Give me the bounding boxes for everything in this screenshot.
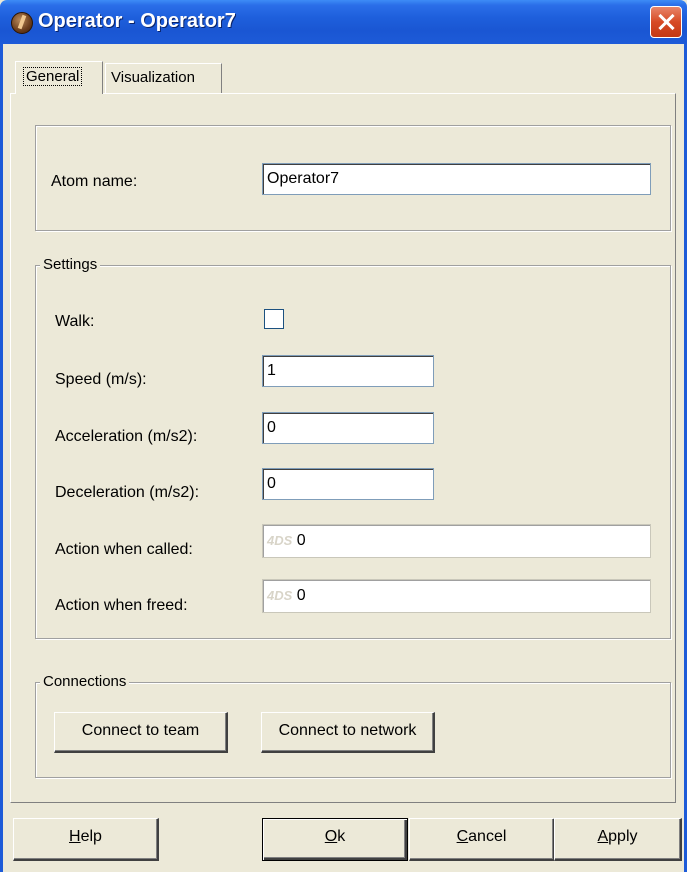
settings-legend: Settings <box>40 256 101 273</box>
connections-group: Connections Connect to team Connect to n… <box>35 673 671 778</box>
tab-general[interactable]: General <box>15 61 103 94</box>
apply-button-label: Apply <box>597 828 638 845</box>
action-freed-value: 0 <box>296 587 306 604</box>
atom-name-label: Atom name: <box>51 173 138 190</box>
action-freed-prefix: 4DS <box>267 588 293 603</box>
ok-button[interactable]: Ok <box>262 818 408 861</box>
close-button[interactable] <box>650 6 682 38</box>
ok-button-label: Ok <box>324 828 346 845</box>
tab-visualization[interactable]: Visualization <box>105 63 222 93</box>
action-called-field[interactable]: 4DS 0 <box>262 524 651 558</box>
title-bar[interactable]: Operator - Operator7 <box>0 0 687 44</box>
walk-checkbox[interactable] <box>264 309 284 329</box>
deceleration-field[interactable]: 0 <box>262 468 434 500</box>
ok-mnemonic: O <box>324 828 338 845</box>
connect-to-network-label: Connect to network <box>278 722 417 739</box>
deceleration-label: Deceleration (m/s2): <box>55 484 200 501</box>
connect-to-team-button[interactable]: Connect to team <box>54 712 228 753</box>
window-frame-left <box>0 44 3 872</box>
connect-to-network-button[interactable]: Connect to network <box>261 712 435 753</box>
cancel-button-label: Cancel <box>456 828 507 845</box>
apply-mnemonic: A <box>597 828 609 845</box>
apply-button[interactable]: Apply <box>554 818 682 861</box>
acceleration-field[interactable]: 0 <box>262 412 434 444</box>
atom-name-group: Atom name: Operator7 <box>35 125 671 231</box>
tab-general-label: General <box>23 67 83 86</box>
tab-visualization-label: Visualization <box>111 69 195 86</box>
action-called-label: Action when called: <box>55 541 193 558</box>
action-freed-field[interactable]: 4DS 0 <box>262 579 651 613</box>
walk-label: Walk: <box>55 313 95 330</box>
help-button[interactable]: Help <box>13 818 159 861</box>
cancel-mnemonic: C <box>456 828 469 845</box>
cancel-button[interactable]: Cancel <box>409 818 555 861</box>
help-button-label: Help <box>69 828 102 845</box>
action-called-value: 0 <box>296 532 306 549</box>
action-freed-label: Action when freed: <box>55 597 188 614</box>
help-mnemonic: H <box>69 828 81 845</box>
settings-group: Settings Walk: Speed (m/s): 1 Accelerati… <box>35 256 671 639</box>
acceleration-label: Acceleration (m/s2): <box>55 428 198 445</box>
speed-label: Speed (m/s): <box>55 371 147 388</box>
app-icon <box>11 12 33 34</box>
action-called-prefix: 4DS <box>267 533 293 548</box>
window-title: Operator - Operator7 <box>38 10 236 32</box>
connections-legend: Connections <box>40 673 130 690</box>
operator-dialog: Operator - Operator7 General Visualizati… <box>0 0 687 872</box>
connect-to-team-label: Connect to team <box>81 722 200 739</box>
atom-name-field[interactable]: Operator7 <box>262 163 651 195</box>
speed-field[interactable]: 1 <box>262 355 434 387</box>
